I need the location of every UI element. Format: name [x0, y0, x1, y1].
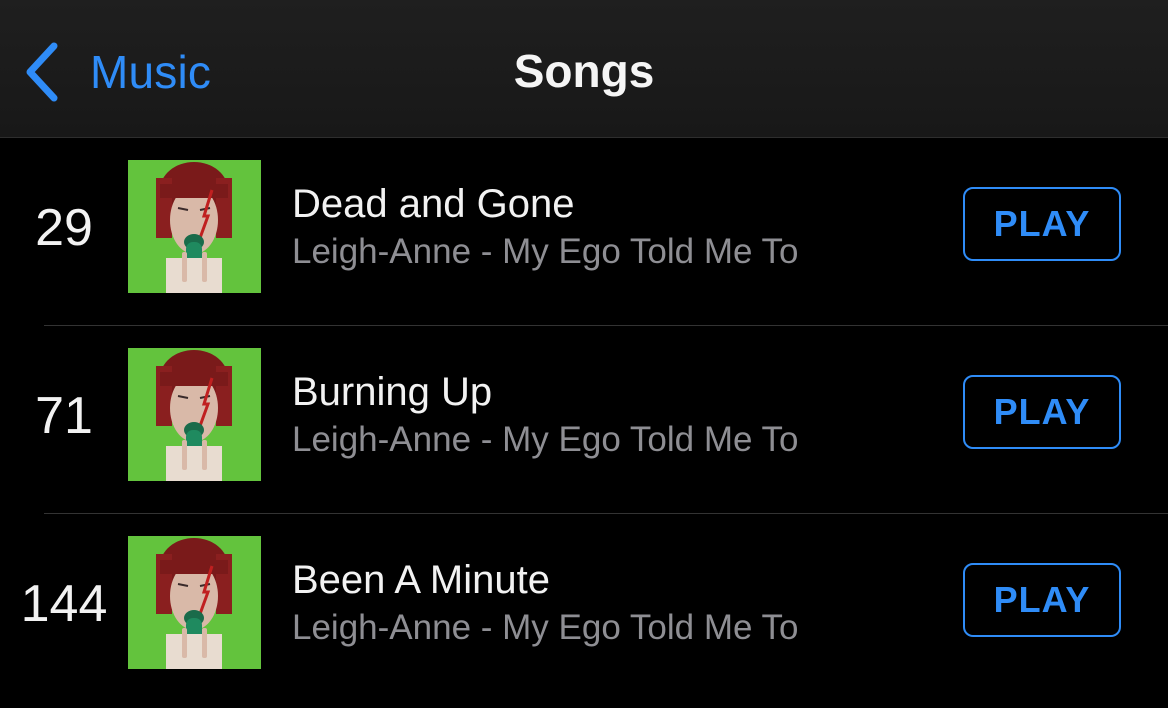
play-button[interactable]: PLAY [963, 375, 1121, 449]
play-button[interactable]: PLAY [963, 187, 1121, 261]
chart-rank: 144 [20, 575, 108, 633]
page-title: Songs [513, 45, 655, 97]
album-artwork [128, 348, 261, 481]
songs-screen: Music Songs 29 Dead and Gone Leigh-Anne … [0, 0, 1168, 708]
play-button[interactable]: PLAY [963, 563, 1121, 637]
song-artist-album: Leigh-Anne - My Ego Told Me To [292, 420, 799, 459]
song-row[interactable]: 29 Dead and Gone Leigh-Anne - My Ego Tol… [0, 138, 1168, 326]
song-title: Been A Minute [292, 558, 550, 602]
song-row[interactable]: 71 Burning Up Leigh-Anne - My Ego Told M… [0, 326, 1168, 514]
song-row[interactable]: 144 Been A Minute Leigh-Anne - My Ego To… [0, 514, 1168, 702]
song-list: 29 Dead and Gone Leigh-Anne - My Ego Tol… [0, 138, 1168, 702]
song-artist-album: Leigh-Anne - My Ego Told Me To [292, 608, 799, 647]
album-artwork [128, 160, 261, 293]
song-title: Dead and Gone [292, 182, 575, 226]
song-title: Burning Up [292, 370, 493, 414]
chart-rank: 71 [35, 387, 93, 445]
album-artwork [128, 536, 261, 669]
chart-rank: 29 [35, 199, 93, 257]
navigation-bar: Music Songs [0, 0, 1168, 138]
song-artist-album: Leigh-Anne - My Ego Told Me To [292, 232, 799, 271]
